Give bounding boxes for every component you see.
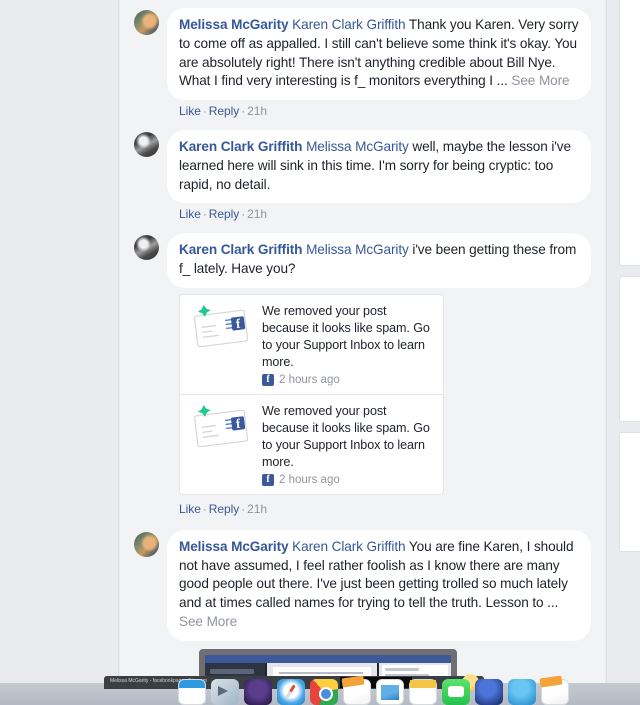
chrome-icon[interactable] (310, 679, 338, 705)
comment-bubble: Melissa McGarity Karen Clark Griffith Th… (167, 8, 591, 100)
pages-icon[interactable] (343, 679, 371, 705)
comment-bubble: Melissa McGarity Karen Clark Griffith Yo… (167, 529, 591, 641)
rail-card-1 (619, 0, 640, 266)
avatar[interactable] (134, 235, 159, 261)
comment-item: Karen Clark Griffith Melissa McGarity i'… (134, 233, 591, 516)
pages-alt-icon[interactable] (541, 679, 569, 705)
avatar[interactable] (134, 531, 159, 557)
comment-mention[interactable]: Karen Clark Griffith (292, 539, 405, 554)
comment-actions: Like · Reply · 21h (179, 501, 268, 516)
launchpad-icon[interactable] (244, 679, 272, 705)
envelope-icon: f (188, 303, 254, 353)
reply-button[interactable]: Reply (209, 502, 239, 516)
left-gutter (0, 0, 119, 705)
right-rail (606, 0, 640, 705)
comment-actions: Like · Reply · 21h (179, 104, 268, 118)
comment-timestamp[interactable]: 21h (247, 207, 267, 221)
app-blue-icon[interactable] (475, 679, 503, 705)
comment-item: Karen Clark Griffith Melissa McGarity we… (134, 130, 591, 221)
photos-icon[interactable] (376, 679, 404, 705)
attachment-timestamp: 2 hours ago (279, 473, 340, 486)
like-button[interactable]: Like (179, 502, 201, 516)
like-button[interactable]: Like (179, 104, 201, 118)
comment-mention[interactable]: Karen Clark Griffith (292, 17, 405, 32)
macos-dock (0, 679, 640, 705)
see-more-link[interactable]: See More (179, 614, 237, 629)
comment-timestamp[interactable]: 21h (247, 104, 267, 118)
comment-bubble: Karen Clark Griffith Melissa McGarity i'… (167, 233, 591, 288)
comment-item: Melissa McGarity Karen Clark Griffith Th… (134, 8, 591, 118)
safari-icon[interactable] (277, 679, 305, 705)
attachment-meta: f 2 hours ago (262, 373, 433, 386)
screenshot-navbar (205, 654, 451, 663)
comment-mention[interactable]: Melissa McGarity (306, 242, 409, 257)
facebook-icon: f (262, 473, 274, 486)
attachment-item[interactable]: f We removed your post because it looks … (180, 295, 443, 394)
comment-bubble: Karen Clark Griffith Melissa McGarity we… (167, 130, 591, 204)
comment-mention[interactable]: Melissa McGarity (306, 139, 409, 154)
facebook-icon: f (262, 373, 274, 386)
facebook-comment-thread-screenshot: Melissa McGarity Karen Clark Griffith Th… (0, 0, 640, 705)
avatar[interactable] (134, 132, 159, 157)
like-button[interactable]: Like (179, 207, 201, 221)
calendar-icon[interactable] (178, 679, 206, 705)
rail-card-3 (619, 432, 640, 552)
attachment-text: We removed your post because it looks li… (262, 403, 430, 469)
finder-icon[interactable] (211, 679, 239, 705)
comment-actions: Like · Reply · 21h (179, 207, 268, 222)
attachment-timestamp: 2 hours ago (279, 373, 340, 386)
comment-author[interactable]: Karen Clark Griffith (179, 139, 302, 154)
desktop-bottom-strip: Melissa McGarity - facebookpagesdhin.com… (0, 674, 640, 705)
reply-button[interactable]: Reply (209, 104, 239, 118)
comment-author[interactable]: Melissa McGarity (179, 17, 289, 32)
comment-timestamp[interactable]: 21h (247, 502, 267, 516)
comment-author[interactable]: Karen Clark Griffith (179, 242, 302, 257)
messages-icon[interactable] (442, 679, 470, 705)
see-more-link[interactable]: See More (511, 73, 569, 88)
notes-icon[interactable] (409, 679, 437, 705)
attachment-meta: f 2 hours ago (262, 473, 433, 486)
envelope-icon: f (188, 403, 254, 453)
avatar[interactable] (134, 10, 159, 35)
attachment-card[interactable]: f We removed your post because it looks … (179, 293, 444, 495)
app-lightblue-icon[interactable] (508, 679, 536, 705)
rail-card-2 (619, 276, 640, 422)
attachment-item[interactable]: f We removed your post because it looks … (180, 393, 443, 494)
reply-button[interactable]: Reply (209, 207, 239, 221)
attachment-text: We removed your post because it looks li… (262, 303, 430, 369)
comment-author[interactable]: Melissa McGarity (179, 539, 289, 554)
comment-feed: Melissa McGarity Karen Clark Griffith Th… (120, 0, 605, 705)
